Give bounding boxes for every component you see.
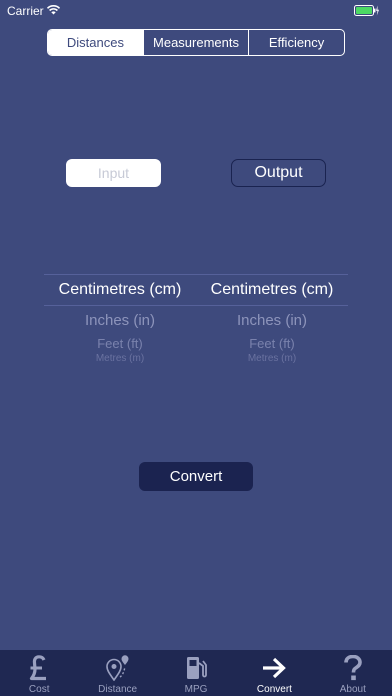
arrow-right-icon [261, 654, 287, 682]
picker-selected-option[interactable]: Centimetres (cm) [44, 274, 196, 306]
wifi-icon [46, 5, 61, 15]
picker-option[interactable]: Feet (ft) [44, 335, 196, 353]
tab-label: About [339, 684, 366, 695]
output-unit-picker[interactable]: Centimetres (cm) Inches (in) Feet (ft) M… [196, 274, 348, 365]
picker-selected-option[interactable]: Centimetres (cm) [196, 274, 348, 306]
input-button[interactable]: Input [66, 159, 161, 187]
tab-distance[interactable]: Distance [78, 650, 156, 696]
tab-convert[interactable]: Convert [235, 650, 313, 696]
status-bar: Carrier [0, 0, 392, 22]
category-segmented-control[interactable]: Distances Measurements Efficiency [47, 29, 345, 56]
carrier-label: Carrier [7, 4, 44, 18]
unit-pickers[interactable]: Centimetres (cm) Inches (in) Feet (ft) M… [44, 274, 348, 374]
picker-option[interactable]: Feet (ft) [196, 335, 348, 353]
segment-efficiency[interactable]: Efficiency [248, 30, 344, 55]
picker-option[interactable]: Metres (m) [44, 353, 196, 365]
input-unit-picker[interactable]: Centimetres (cm) Inches (in) Feet (ft) M… [44, 274, 196, 365]
convert-button[interactable]: Convert [139, 462, 253, 491]
segment-measurements[interactable]: Measurements [142, 30, 248, 55]
tab-label: Cost [28, 684, 50, 695]
pound-icon [26, 654, 52, 682]
output-button[interactable]: Output [231, 159, 326, 187]
tab-about[interactable]: About [314, 650, 392, 696]
segment-distances[interactable]: Distances [48, 30, 143, 55]
tab-mpg[interactable]: MPG [157, 650, 235, 696]
tab-label: Distance [98, 684, 138, 695]
tab-bar: Cost Distance MPG Convert About [0, 650, 392, 696]
map-pin-icon [105, 654, 131, 682]
tab-label: Convert [256, 684, 292, 695]
battery-charging-icon [354, 5, 379, 16]
tab-cost[interactable]: Cost [0, 650, 78, 696]
fuel-pump-icon [183, 654, 209, 682]
tab-label: MPG [184, 684, 208, 695]
picker-option[interactable]: Inches (in) [44, 309, 196, 333]
picker-option[interactable]: Inches (in) [196, 309, 348, 333]
picker-option[interactable]: Metres (m) [196, 353, 348, 365]
question-icon [340, 654, 366, 682]
